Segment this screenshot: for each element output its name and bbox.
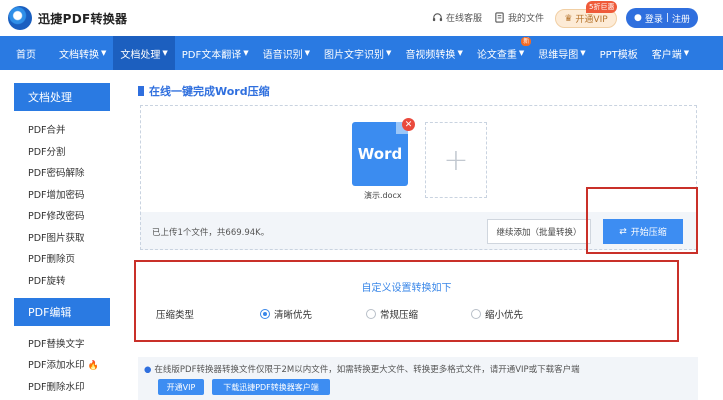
bullet-icon: ● <box>144 365 152 375</box>
caret-down-icon: ▼ <box>580 49 586 57</box>
logo-icon[interactable] <box>8 6 32 30</box>
caret-down-icon: ▼ <box>386 49 392 57</box>
sidebar-section-pdf-edit[interactable]: PDF编辑 <box>14 298 110 326</box>
register-label[interactable]: 注册 <box>672 12 690 25</box>
sidebar-item-pdf-add-watermark[interactable]: PDF添加水印 🔥 <box>28 357 99 371</box>
sidebar-item-pdf-replace-text[interactable]: PDF替换文字 <box>28 336 85 350</box>
word-file-icon-text: Word <box>357 145 403 163</box>
page-title-text: 在线一键完成Word压缩 <box>149 85 270 98</box>
notice-vip-button[interactable]: 开通VIP <box>158 379 204 395</box>
upload-info: 已上传1个文件，共669.94K。 <box>152 228 270 238</box>
fire-icon: 🔥 <box>87 361 99 371</box>
file-icon <box>495 12 504 23</box>
remove-file-icon[interactable]: ✕ <box>402 118 415 131</box>
sidebar-item-pdf-extract-images[interactable]: PDF图片获取 <box>28 230 85 244</box>
radio-size-first[interactable]: 缩小优先 <box>471 307 523 321</box>
login-register-button[interactable]: ● 登录 | 注册 <box>626 8 698 28</box>
settings-title: 自定义设置转换如下 <box>361 283 452 294</box>
nav-label: 音视频转换 <box>405 49 456 61</box>
notice-text: ● 在线版PDF转换器转换文件仅限于2M以内文件，如需转换更大文件、转换更多格式文… <box>144 363 580 375</box>
radio-selected-icon <box>260 309 270 319</box>
caret-down-icon: ▼ <box>101 49 107 57</box>
customer-service-link[interactable]: 在线客服 <box>432 11 482 24</box>
nav-label: 思维导图 <box>538 49 579 61</box>
sidebar-item-pdf-delete-page[interactable]: PDF删除页 <box>28 251 75 265</box>
radio-unselected-icon <box>366 309 376 319</box>
download-client-button[interactable]: 下载迅捷PDF转换器客户端 <box>212 379 330 395</box>
nav-item-pdf-translate[interactable]: PDF文本翻译 ▼ <box>175 36 256 70</box>
nav-label: 客户端 <box>651 49 682 61</box>
highlight-box-start-button <box>586 187 698 254</box>
sidebar-item-label: PDF添加水印 <box>28 360 85 371</box>
nav-item-paper-check[interactable]: 论文查重 ▼ 新 <box>470 36 532 70</box>
add-file-button[interactable]: + <box>425 122 487 198</box>
caret-down-icon: ▼ <box>457 49 463 57</box>
title-marker-icon <box>138 86 144 96</box>
sidebar-item-pdf-change-password[interactable]: PDF修改密码 <box>28 208 85 222</box>
nav-label: PDF文本翻译 <box>181 49 242 61</box>
sidebar-item-pdf-remove-watermark[interactable]: PDF删除水印 <box>28 379 85 393</box>
plus-icon: + <box>443 142 469 178</box>
caret-down-icon: ▼ <box>243 49 249 57</box>
main-nav: 首页 文档转换 ▼ 文档处理 ▼ PDF文本翻译 ▼ 语音识别 ▼ 图片文字识别 ▼ 音视… <box>0 36 723 70</box>
open-vip-label: 开通VIP <box>575 15 608 25</box>
uploaded-file-name: 演示.docx <box>364 191 402 200</box>
nav-item-doc-process[interactable]: 文档处理 ▼ <box>113 36 175 70</box>
vip-discount-badge: 5折巨惠 <box>586 1 618 13</box>
headset-icon <box>432 13 443 22</box>
continue-add-button[interactable]: 继续添加（批量转换） <box>487 219 591 244</box>
login-label[interactable]: 登录 <box>645 12 663 25</box>
nav-label: 首页 <box>16 49 36 61</box>
sidebar-section-doc-process[interactable]: 文档处理 <box>14 83 110 111</box>
word-file-icon[interactable]: Word <box>352 122 408 186</box>
caret-down-icon: ▼ <box>162 49 168 57</box>
sidebar-item-pdf-rotate[interactable]: PDF旋转 <box>28 273 66 287</box>
crown-icon: ♛ <box>564 13 573 24</box>
sidebar-item-pdf-merge[interactable]: PDF合并 <box>28 122 66 136</box>
radio-clarity-first[interactable]: 清晰优先 <box>260 307 312 321</box>
radio-normal-compress[interactable]: 常规压缩 <box>366 307 418 321</box>
nav-item-speech[interactable]: 语音识别 ▼ <box>256 36 317 70</box>
nav-label: PPT模板 <box>599 49 638 61</box>
notice-panel: ● 在线版PDF转换器转换文件仅限于2M以内文件，如需转换更大文件、转换更多格式文… <box>138 357 698 400</box>
nav-item-av-convert[interactable]: 音视频转换 ▼ <box>398 36 469 70</box>
radio-label: 缩小优先 <box>485 310 524 321</box>
login-divider: | <box>665 13 669 23</box>
page-title: 在线一键完成Word压缩 <box>138 83 270 99</box>
nav-item-mindmap[interactable]: 思维导图 ▼ <box>531 36 592 70</box>
compress-type-label: 压缩类型 <box>156 310 195 321</box>
logo-text[interactable]: 迅捷PDF转换器 <box>38 10 127 27</box>
sidebar-item-pdf-add-password[interactable]: PDF增加密码 <box>28 187 85 201</box>
caret-down-icon: ▼ <box>683 49 690 57</box>
radio-label: 常规压缩 <box>380 310 419 321</box>
customer-service-label: 在线客服 <box>446 14 483 24</box>
nav-item-client[interactable]: 客户端 ▼ <box>645 36 696 70</box>
sidebar-item-pdf-split[interactable]: PDF分割 <box>28 144 66 158</box>
nav-item-home[interactable]: 首页 <box>0 36 52 70</box>
sidebar: 文档处理 PDF合并 PDF分割 PDF密码解除 PDF增加密码 PDF修改密码… <box>0 70 124 400</box>
new-badge: 新 <box>521 37 532 46</box>
my-files-label: 我的文件 <box>508 14 545 24</box>
nav-label: 图片文字识别 <box>324 49 385 61</box>
caret-down-icon: ▼ <box>518 49 525 57</box>
nav-item-ocr[interactable]: 图片文字识别 ▼ <box>317 36 398 70</box>
nav-item-doc-convert[interactable]: 文档转换 ▼ <box>52 36 113 70</box>
nav-label: 语音识别 <box>262 49 303 61</box>
caret-down-icon: ▼ <box>304 49 311 57</box>
sidebar-item-pdf-unlock[interactable]: PDF密码解除 <box>28 165 85 179</box>
nav-item-ppt-template[interactable]: PPT模板 <box>593 36 645 70</box>
nav-label: 文档转换 <box>59 49 99 61</box>
nav-label: 论文查重 <box>476 49 517 61</box>
radio-label: 清晰优先 <box>274 310 313 321</box>
compress-settings-panel: 自定义设置转换如下 压缩类型 清晰优先 常规压缩 缩小优先 <box>134 260 679 342</box>
notice-text-content: 在线版PDF转换器转换文件仅限于2M以内文件，如需转换更大文件、转换更多格式文件… <box>154 365 580 375</box>
radio-unselected-icon <box>471 309 481 319</box>
nav-label: 文档处理 <box>120 49 161 61</box>
my-files-link[interactable]: 我的文件 <box>494 11 544 24</box>
user-icon: ● <box>634 13 642 23</box>
top-header: 迅捷PDF转换器 在线客服 我的文件 ♛ 开通VIP 5折巨惠 ● 登录 | 注… <box>0 0 723 36</box>
